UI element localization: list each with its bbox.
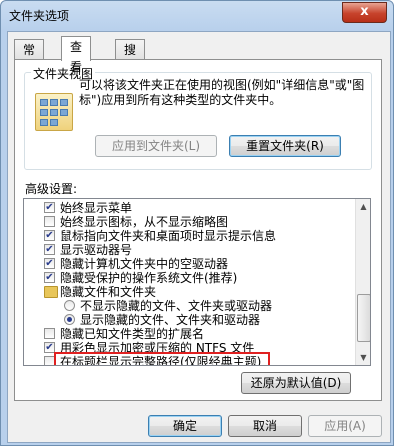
tab-search[interactable]: 搜索 xyxy=(115,39,146,77)
setting-checkbox[interactable]: ✔ xyxy=(44,230,55,241)
setting-checkbox[interactable] xyxy=(44,356,55,365)
setting-checkbox[interactable] xyxy=(44,216,55,227)
setting-label: 隐藏已知文件类型的扩展名 xyxy=(60,327,205,341)
dialog-body: 常规 查看 搜索 文件夹视图 可以将该文件夹正在使用的视图(例如"详细信息"或"… xyxy=(7,31,391,443)
setting-row[interactable]: ✔ 始终显示菜单 xyxy=(24,201,354,215)
ok-button[interactable]: 确定 xyxy=(148,415,222,437)
folder-options-window: 文件夹选项 x 常规 查看 搜索 文件夹视图 可以将该文件夹正在使用的视图(例如… xyxy=(0,0,394,446)
setting-label: 隐藏文件和文件夹 xyxy=(60,285,157,299)
scroll-up-arrow-icon[interactable]: ▲ xyxy=(357,199,370,214)
setting-label: 隐藏计算机文件夹中的空驱动器 xyxy=(60,257,229,271)
setting-label: 不显示隐藏的文件、文件夹或驱动器 xyxy=(80,299,273,313)
setting-checkbox[interactable]: ✔ xyxy=(44,258,55,269)
setting-row[interactable]: 在标题栏显示完整路径(仅限经典主题) xyxy=(24,355,354,366)
folder-views-icon xyxy=(35,93,73,131)
setting-label: 在标题栏显示完整路径(仅限经典主题) xyxy=(60,355,262,366)
setting-row[interactable]: ✔ 显示驱动器号 xyxy=(24,243,354,257)
scrollbar[interactable]: ▲ ▼ xyxy=(355,199,370,365)
restore-defaults-button[interactable]: 还原为默认值(D) xyxy=(241,372,351,394)
setting-label: 始终显示图标，从不显示缩略图 xyxy=(60,215,229,229)
setting-row[interactable]: ✔ 鼠标指向文件夹和桌面项时显示提示信息 xyxy=(24,229,354,243)
scroll-thumb[interactable] xyxy=(357,294,370,342)
folder-views-description: 可以将该文件夹正在使用的视图(例如"详细信息"或"图标")应用到所有这种类型的文… xyxy=(79,78,365,107)
setting-checkbox[interactable] xyxy=(44,328,55,339)
setting-row[interactable]: 隐藏已知文件类型的扩展名 xyxy=(24,327,354,341)
setting-row[interactable]: ✔ 用彩色显示加密或压缩的 NTFS 文件 xyxy=(24,341,354,355)
cancel-button[interactable]: 取消 xyxy=(228,415,302,437)
reset-folders-button[interactable]: 重置文件夹(R) xyxy=(229,135,341,157)
setting-checkbox[interactable]: ✔ xyxy=(44,202,55,213)
setting-label: 显示隐藏的文件、文件夹和驱动器 xyxy=(80,313,261,327)
setting-label: 用彩色显示加密或压缩的 NTFS 文件 xyxy=(60,341,255,355)
setting-checkbox[interactable]: ✔ xyxy=(44,272,55,283)
setting-row[interactable]: 始终显示图标，从不显示缩略图 xyxy=(24,215,354,229)
apply-button[interactable]: 应用(A) xyxy=(308,415,382,437)
tab-general[interactable]: 常规 xyxy=(14,39,45,77)
setting-checkbox[interactable]: ✔ xyxy=(44,342,55,353)
setting-label: 显示驱动器号 xyxy=(60,243,133,257)
setting-checkbox[interactable]: ✔ xyxy=(44,244,55,255)
setting-row[interactable]: ✔ 隐藏计算机文件夹中的空驱动器 xyxy=(24,257,354,271)
tab-view[interactable]: 查看 xyxy=(61,36,92,74)
folder-icon xyxy=(44,286,58,298)
apply-to-folders-button[interactable]: 应用到文件夹(L) xyxy=(95,135,217,157)
view-tab-panel: 文件夹视图 可以将该文件夹正在使用的视图(例如"详细信息"或"图标")应用到所有… xyxy=(14,59,382,401)
scroll-down-arrow-icon[interactable]: ▼ xyxy=(357,350,370,365)
setting-row[interactable]: 不显示隐藏的文件、文件夹或驱动器 xyxy=(24,299,354,313)
advanced-settings-list[interactable]: ✔ 始终显示菜单 始终显示图标，从不显示缩略图 ✔ 鼠标指向文件夹和桌面项时显示提示信息… xyxy=(23,198,371,366)
setting-row[interactable]: 隐藏文件和文件夹 xyxy=(24,285,354,299)
setting-label: 鼠标指向文件夹和桌面项时显示提示信息 xyxy=(60,229,277,243)
advanced-settings-label: 高级设置: xyxy=(25,182,78,196)
close-icon: x xyxy=(360,4,369,19)
close-button[interactable]: x xyxy=(342,2,387,23)
title-bar[interactable]: 文件夹选项 x xyxy=(1,1,393,29)
window-title: 文件夹选项 xyxy=(9,9,70,23)
setting-label: 始终显示菜单 xyxy=(60,201,133,215)
setting-row[interactable]: ✔ 隐藏受保护的操作系统文件(推荐) xyxy=(24,271,354,285)
setting-radio[interactable] xyxy=(64,300,75,311)
setting-radio[interactable] xyxy=(64,314,75,325)
setting-row[interactable]: 显示隐藏的文件、文件夹和驱动器 xyxy=(24,313,354,327)
setting-label: 隐藏受保护的操作系统文件(推荐) xyxy=(60,271,238,285)
folder-views-group: 文件夹视图 可以将该文件夹正在使用的视图(例如"详细信息"或"图标")应用到所有… xyxy=(24,65,372,170)
